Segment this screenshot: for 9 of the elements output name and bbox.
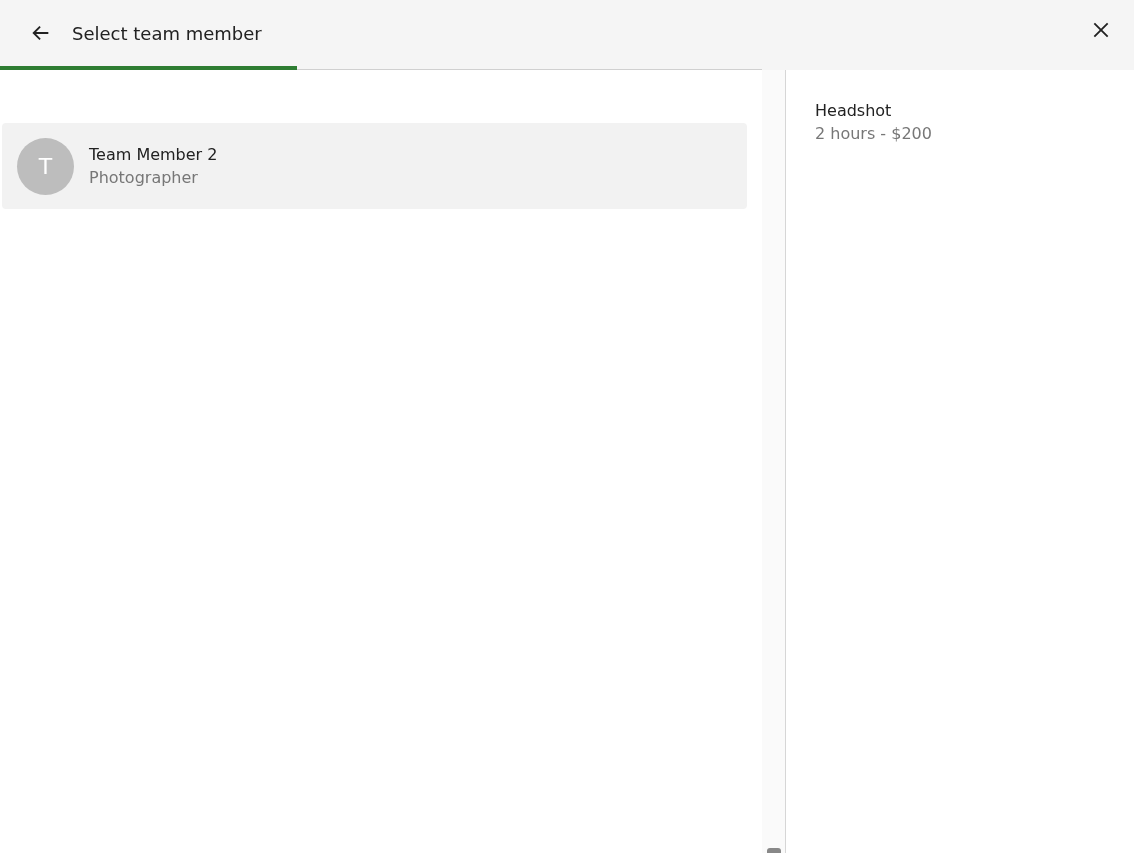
service-details: 2 hours - $200 [815,124,933,143]
member-name: Team Member 2 [89,145,218,164]
avatar: T [17,137,74,195]
scroll-thumb[interactable] [766,848,781,853]
team-member-card[interactable]: T Team Member 2 Photographer [2,123,747,209]
service-name: Headshot [815,101,893,120]
page-title: Select team member [72,22,262,44]
member-role: Photographer [89,168,199,187]
close-icon [1091,20,1111,40]
